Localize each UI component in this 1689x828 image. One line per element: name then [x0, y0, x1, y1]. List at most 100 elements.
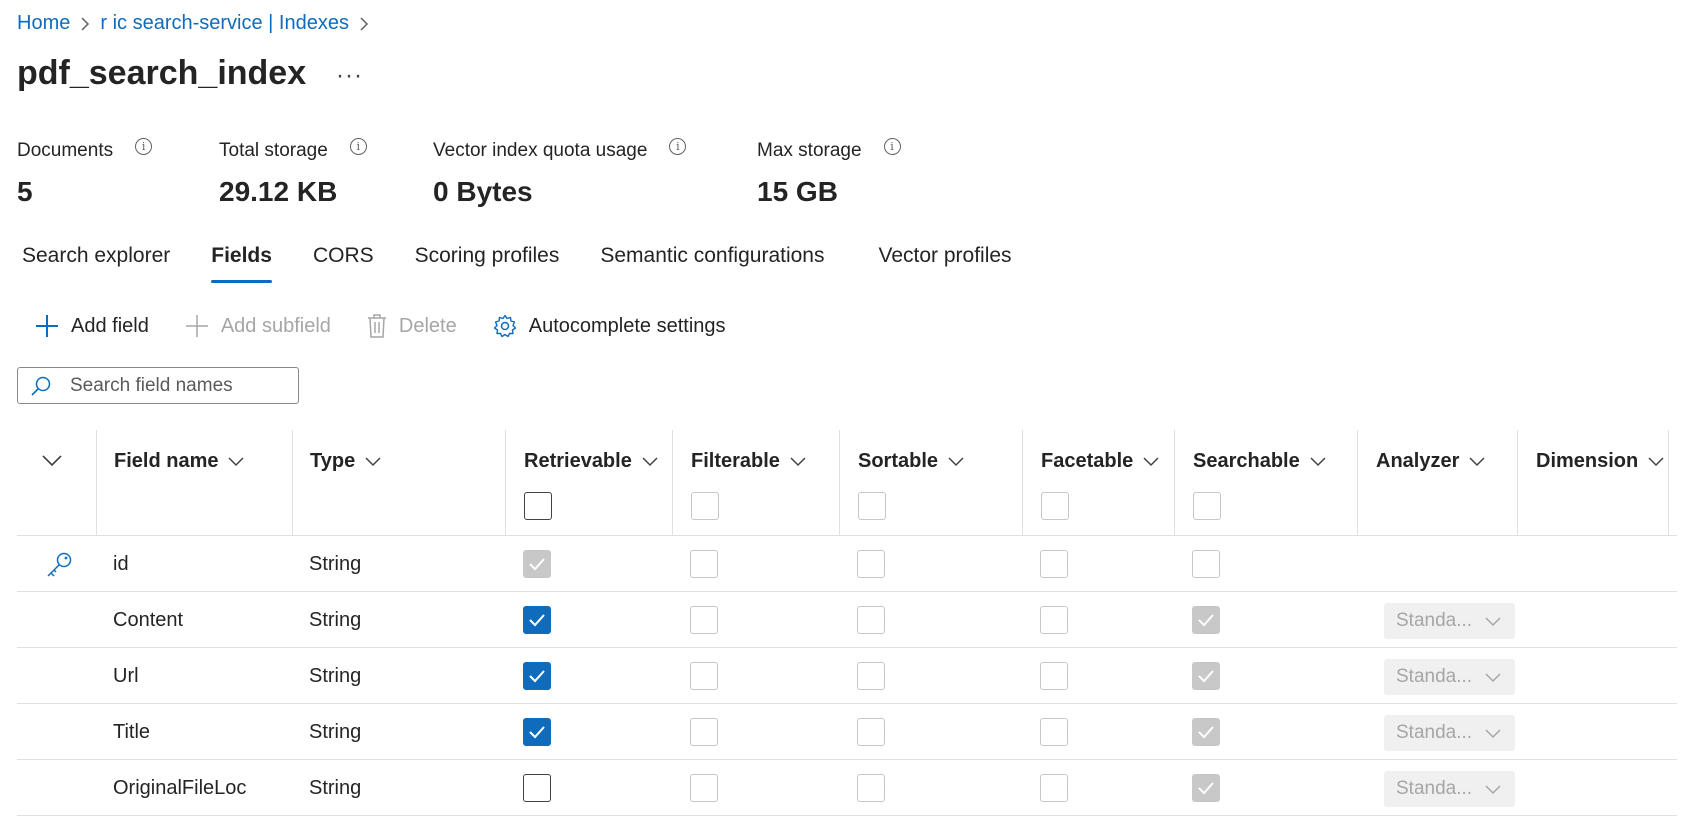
retrievable-select-all-checkbox[interactable]: [524, 492, 552, 520]
tab-scoring-profiles[interactable]: Scoring profiles: [415, 244, 560, 281]
tab-bar: Search explorer Fields CORS Scoring prof…: [22, 244, 1053, 283]
delete-label: Delete: [398, 314, 457, 337]
column-filterable: Filterable: [672, 430, 839, 536]
analyzer-dropdown[interactable]: Standa...: [1384, 771, 1515, 807]
facetable-checkbox[interactable]: [1040, 606, 1068, 634]
column-header[interactable]: Facetable: [1041, 450, 1133, 473]
search-input[interactable]: [70, 374, 270, 397]
info-icon[interactable]: i: [135, 137, 153, 155]
autocomplete-settings-button[interactable]: Autocomplete settings: [493, 314, 726, 338]
searchable-checkbox[interactable]: [1192, 606, 1220, 634]
key-icon: [45, 536, 75, 592]
sortable-checkbox[interactable]: [857, 774, 885, 802]
searchable-checkbox[interactable]: [1192, 774, 1220, 802]
searchable-checkbox[interactable]: [1192, 662, 1220, 690]
tab-fields[interactable]: Fields: [211, 244, 272, 283]
searchable-checkbox[interactable]: [1192, 550, 1220, 578]
column-header[interactable]: Filterable: [691, 450, 780, 473]
stat-value: 0 Bytes: [433, 176, 533, 207]
filterable-checkbox[interactable]: [690, 662, 718, 690]
field-name: Content: [113, 608, 184, 631]
searchable-select-all-checkbox[interactable]: [1193, 492, 1221, 520]
table-row[interactable]: Title String Standa...: [17, 704, 1677, 760]
tab-semantic-configurations[interactable]: Semantic configurations: [600, 244, 824, 281]
info-icon[interactable]: i: [669, 137, 687, 155]
info-icon[interactable]: i: [883, 137, 901, 155]
chevron-down-icon[interactable]: [228, 456, 245, 467]
chevron-down-icon: [1485, 617, 1501, 627]
sortable-checkbox[interactable]: [857, 718, 885, 746]
searchable-checkbox[interactable]: [1192, 718, 1220, 746]
analyzer-dropdown[interactable]: Standa...: [1384, 603, 1515, 639]
add-field-label: Add field: [71, 314, 149, 337]
retrievable-checkbox[interactable]: [523, 662, 551, 690]
autocomplete-settings-label: Autocomplete settings: [528, 314, 726, 337]
plus-icon: [36, 315, 58, 337]
column-field-name: Field name: [96, 430, 292, 536]
column-dimension: Dimension: [1517, 430, 1669, 536]
breadcrumb-service-indexes[interactable]: r ic search-service | Indexes: [100, 12, 349, 35]
sortable-checkbox[interactable]: [857, 662, 885, 690]
column-header[interactable]: Dimension: [1536, 450, 1638, 473]
analyzer-dropdown[interactable]: Standa...: [1384, 659, 1515, 695]
add-field-button[interactable]: Add field: [35, 314, 149, 338]
chevron-down-icon[interactable]: [642, 456, 658, 467]
filterable-select-all-checkbox[interactable]: [691, 492, 719, 520]
facetable-select-all-checkbox[interactable]: [1041, 492, 1069, 520]
table-row[interactable]: Url String Standa...: [17, 648, 1677, 704]
retrievable-checkbox[interactable]: [523, 718, 551, 746]
retrievable-checkbox[interactable]: [523, 606, 551, 634]
chevron-down-icon[interactable]: [1648, 456, 1664, 467]
sortable-select-all-checkbox[interactable]: [858, 492, 886, 520]
facetable-checkbox[interactable]: [1040, 662, 1068, 690]
chevron-down-icon[interactable]: [1143, 456, 1159, 467]
sortable-checkbox[interactable]: [857, 550, 885, 578]
filterable-checkbox[interactable]: [690, 550, 718, 578]
facetable-checkbox[interactable]: [1040, 774, 1068, 802]
field-type: String: [309, 552, 362, 575]
chevron-down-icon[interactable]: [42, 455, 62, 467]
stat-label: Max storage: [757, 140, 862, 161]
facetable-checkbox[interactable]: [1040, 550, 1068, 578]
retrievable-checkbox[interactable]: [523, 550, 551, 578]
field-name: Url: [113, 664, 139, 687]
add-subfield-button[interactable]: Add subfield: [185, 314, 331, 338]
column-header[interactable]: Retrievable: [524, 450, 632, 473]
chevron-down-icon: [1485, 729, 1501, 739]
analyzer-value: Standa...: [1396, 666, 1473, 687]
table-row[interactable]: Content String Standa...: [17, 592, 1677, 648]
stat-label: Total storage: [219, 140, 328, 161]
trash-icon: [367, 314, 386, 338]
analyzer-dropdown[interactable]: Standa...: [1384, 715, 1515, 751]
column-header[interactable]: Sortable: [858, 450, 938, 473]
page-title: pdf_search_index: [17, 54, 307, 92]
chevron-down-icon[interactable]: [790, 456, 806, 467]
column-header[interactable]: Searchable: [1193, 450, 1300, 473]
tab-search-explorer[interactable]: Search explorer: [22, 244, 170, 281]
stat-total-storage: Total storage i 29.12 KB: [219, 137, 367, 208]
column-header[interactable]: Analyzer: [1376, 450, 1459, 473]
filterable-checkbox[interactable]: [690, 606, 718, 634]
filterable-checkbox[interactable]: [690, 774, 718, 802]
facetable-checkbox[interactable]: [1040, 718, 1068, 746]
chevron-down-icon[interactable]: [365, 456, 381, 467]
chevron-down-icon[interactable]: [948, 456, 964, 467]
delete-button[interactable]: Delete: [367, 314, 457, 338]
retrievable-checkbox[interactable]: [523, 774, 551, 802]
column-header[interactable]: Type: [310, 450, 355, 473]
chevron-down-icon[interactable]: [1469, 456, 1485, 467]
column-header[interactable]: Field name: [114, 450, 218, 473]
sortable-checkbox[interactable]: [857, 606, 885, 634]
column-searchable: Searchable: [1174, 430, 1357, 536]
info-icon[interactable]: i: [349, 137, 367, 155]
more-options-button[interactable]: ···: [336, 62, 363, 90]
chevron-down-icon: [1485, 673, 1501, 683]
filterable-checkbox[interactable]: [690, 718, 718, 746]
breadcrumb-home[interactable]: Home: [17, 12, 70, 35]
chevron-down-icon[interactable]: [1310, 456, 1326, 467]
search-icon: [31, 376, 51, 396]
table-row[interactable]: OriginalFileLoc String Standa...: [17, 760, 1677, 816]
tab-vector-profiles[interactable]: Vector profiles: [878, 244, 1011, 281]
tab-cors[interactable]: CORS: [313, 244, 374, 281]
table-row[interactable]: id String: [17, 536, 1677, 592]
